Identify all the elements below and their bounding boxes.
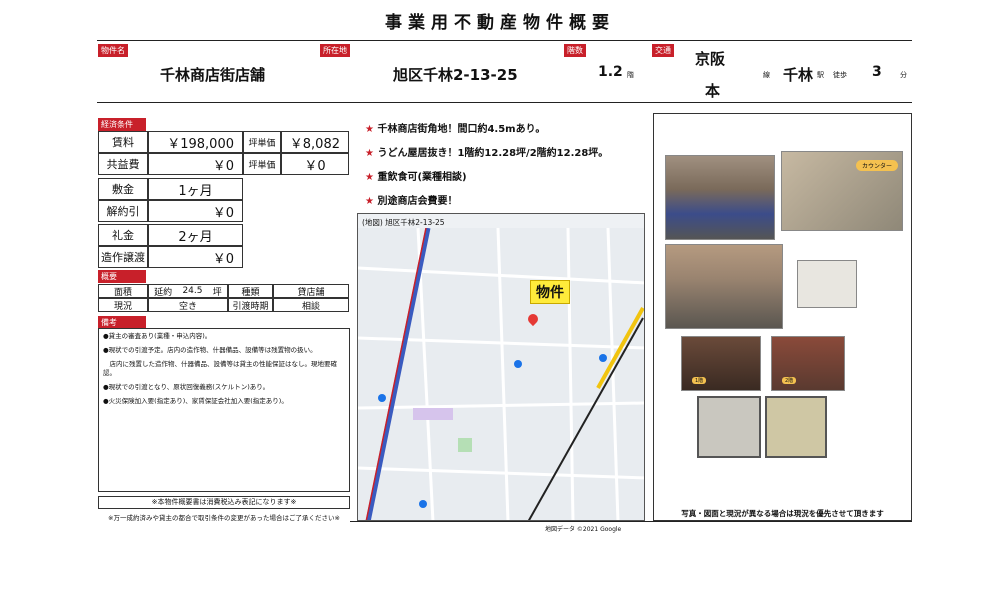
tsubo-price2-value: ￥0 xyxy=(281,153,349,175)
remarks-box: ●貸主の審査あり(業種・申込内容)。 ●現状での引渡予定。店内の造作物、什器備品… xyxy=(98,328,350,492)
transfer-fee-value: ￥0 xyxy=(148,246,243,268)
floor1-plan xyxy=(697,396,761,458)
area-prefix: 延約 xyxy=(154,287,173,298)
feature-item: ★ うどん屋居抜き！1階約12.28坪/2階約12.28坪。 xyxy=(365,144,645,168)
floor2-photo-tag: 2階 xyxy=(782,377,797,384)
economy-section-label: 経済条件 xyxy=(98,118,146,131)
area-unit: 坪 xyxy=(212,287,222,298)
tsubo-price-value: ￥8,082 xyxy=(281,131,349,153)
handover-value: 相談 xyxy=(273,298,349,312)
star-icon: ★ xyxy=(365,124,374,135)
location-map[interactable]: (地図) 旭区千林2-13-25 物件 xyxy=(357,213,645,521)
floor2-photo: 2階 xyxy=(771,336,845,391)
line-name-1: 京阪 xyxy=(695,50,726,68)
counter-tag: カウンター xyxy=(855,160,898,171)
floor1-photo: 1階 xyxy=(681,336,761,391)
counter-photo: カウンター xyxy=(781,151,903,231)
status-label: 現況 xyxy=(98,298,148,312)
tax-note: ※本物件概要書は消費税込み表記になります※ xyxy=(98,496,350,509)
remark-line: 店内に残置した造作物、什器備品、設備等は貸主の性能保証はなし。現地要確認。 xyxy=(103,360,337,377)
floor-unit: 階 xyxy=(627,71,634,79)
remark-line: ●火災保険加入要(指定あり)、家賃保証会社加入要(指定あり)。 xyxy=(103,397,288,405)
tsubo-price2-label: 坪単価 xyxy=(243,153,281,175)
address-label: 所在地 xyxy=(320,44,350,57)
property-name: 千林商店街店舗 xyxy=(160,66,266,84)
line-name-2: 本 xyxy=(705,82,721,100)
photo-disclaimer: 写真・図面と現況が異なる場合は現況を優先させて頂きます xyxy=(681,509,884,518)
restroom-photo xyxy=(797,260,857,308)
map-roads xyxy=(358,228,644,520)
star-icon: ★ xyxy=(365,196,374,207)
transfer-fee-label: 造作譲渡 xyxy=(98,246,148,268)
star-icon: ★ xyxy=(365,148,374,159)
rent-value: ￥198,000 xyxy=(148,131,243,153)
feature-text: うどん屋居抜き！1階約12.28坪/2階約12.28坪。 xyxy=(377,148,609,159)
status-value: 空き xyxy=(148,298,228,312)
map-credit: 地図データ ©2021 Google xyxy=(545,526,622,533)
header-bottom-rule xyxy=(97,102,912,103)
type-value: 貸店舗 xyxy=(273,284,349,298)
property-marker-label: 物件 xyxy=(530,280,570,304)
floor1-photo-tag: 1階 xyxy=(692,377,707,384)
area-cell: 延約 24.5 坪 xyxy=(148,284,228,298)
header-top-rule xyxy=(97,40,912,41)
area-label: 面積 xyxy=(98,284,148,298)
walk-minutes: 3 xyxy=(872,64,882,80)
tsubo-price-label: 坪単価 xyxy=(243,131,281,153)
common-fee-label: 共益費 xyxy=(98,153,148,175)
star-icon: ★ xyxy=(365,172,374,183)
rent-label: 賃料 xyxy=(98,131,148,153)
feature-text: 重飲食可(業種相談) xyxy=(377,172,467,183)
deposit-label: 敷金 xyxy=(98,178,148,200)
feature-text: 別途商店会費要！ xyxy=(377,196,458,207)
line-unit: 線 xyxy=(763,71,770,79)
handover-label: 引渡時期 xyxy=(228,298,273,312)
interior-photo xyxy=(665,244,783,329)
floor-value: 1.2 xyxy=(598,64,623,80)
access-label: 交通 xyxy=(652,44,674,57)
remark-line: ●現状での引渡となり、原状回復義務(スケルトン)あり。 xyxy=(103,383,270,391)
cancel-deduction-value: ￥0 xyxy=(148,200,243,222)
walk-label: 徒歩 xyxy=(833,71,847,79)
common-fee-value: ￥0 xyxy=(148,153,243,175)
feature-item: ★ 千林商店街角地！間口約4.5mあり。 xyxy=(365,120,645,144)
document-title: 事業用不動産物件概要 xyxy=(385,13,615,33)
map-caption: (地図) 旭区千林2-13-25 xyxy=(362,218,445,227)
cancel-deduction-label: 解約引 xyxy=(98,200,148,222)
remark-line: ●貸主の審査あり(業種・申込内容)。 xyxy=(103,332,212,340)
address-value: 旭区千林2-13-25 xyxy=(393,66,518,84)
station-unit: 駅 xyxy=(817,71,824,79)
overview-section-label: 概要 xyxy=(98,270,146,283)
floor2-plan xyxy=(765,396,827,458)
deposit-value: 1ヶ月 xyxy=(148,178,243,200)
type-label: 種類 xyxy=(228,284,273,298)
change-note: ※万一成約済みや貸主の都合で取引条件の変更があった場合はご了承ください※ xyxy=(108,514,340,522)
station-name: 千林 xyxy=(783,66,814,84)
key-money-value: 2ヶ月 xyxy=(148,224,243,246)
key-money-label: 礼金 xyxy=(98,224,148,246)
floor-label: 階数 xyxy=(564,44,586,57)
name-label: 物件名 xyxy=(98,44,128,57)
bottom-rule xyxy=(350,521,912,522)
walk-unit: 分 xyxy=(900,71,907,79)
storefront-photo xyxy=(665,155,775,240)
remark-line: ●現状での引渡予定。店内の造作物、什器備品、設備等は残置物の扱い。 xyxy=(103,346,317,354)
area-value: 24.5 xyxy=(182,286,203,296)
feature-item: ★ 重飲食可(業種相談) xyxy=(365,168,645,192)
feature-text: 千林商店街角地！間口約4.5mあり。 xyxy=(377,124,546,135)
features-list: ★ 千林商店街角地！間口約4.5mあり。 ★ うどん屋居抜き！1階約12.28坪… xyxy=(365,120,645,216)
